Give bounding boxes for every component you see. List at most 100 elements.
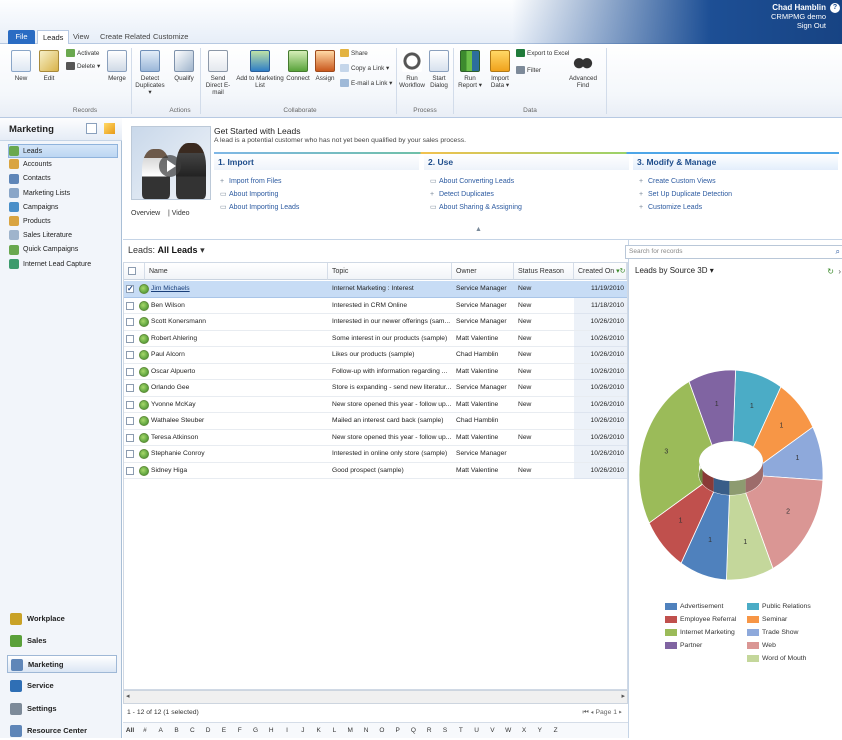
row-checkbox[interactable] [126,433,134,442]
sidebar-item-marketing-lists[interactable]: Marketing Lists [9,187,119,201]
row-checkbox[interactable] [126,334,134,343]
sidebar-item-leads[interactable]: Leads [8,144,118,158]
alpha-filter-y[interactable]: Y [532,723,548,738]
row-checkbox[interactable] [126,417,134,425]
table-row[interactable]: Oscar Alpuerto Follow-up with information… [124,363,627,380]
use-link[interactable]: + Detect Duplicates [424,188,629,201]
scroll-left-icon[interactable]: ◂ [126,692,130,700]
modify-link[interactable]: + Set Up Duplicate Detection [633,188,838,201]
row-checkbox[interactable] [126,466,134,475]
nav-area-resource-center[interactable]: Resource Center [7,722,117,740]
table-row[interactable]: Stephanie Conroy Interested in online onl… [124,446,627,463]
lead-name-link[interactable]: Paul Alcorn [151,347,327,363]
use-link[interactable]: ▭ About Converting Leads [424,175,629,188]
view-selector[interactable]: Leads: All Leads ▾ [128,245,205,256]
qualify-button[interactable]: Qualify [170,50,198,82]
alpha-filter-h[interactable]: H [263,723,279,738]
lead-name-link[interactable]: Teresa Atkinson [151,430,327,446]
tab-leads[interactable]: Leads [37,30,70,45]
alpha-filter-x[interactable]: X [516,723,532,738]
row-checkbox[interactable] [126,384,134,392]
sidebar-item-products[interactable]: Products [9,215,119,229]
alpha-filter-a[interactable]: A [153,723,169,738]
nav-area-workplace[interactable]: Workplace [7,610,117,628]
tab-create-related[interactable]: Create Related [95,30,155,44]
alpha-filter-all[interactable]: All [123,723,137,738]
refresh-icon[interactable]: ↻ [827,267,834,276]
alpha-filter-z[interactable]: Z [548,723,564,738]
alpha-filter-m[interactable]: M [342,723,358,738]
export-to-excel-button[interactable]: Export to Excel [516,49,569,59]
connect-button[interactable]: Connect [286,50,310,82]
pie-chart[interactable]: 1 1 1 2 1 1 1 3 1 [629,280,842,610]
tab-customize[interactable]: Customize [148,30,193,44]
tab-file[interactable]: File [8,30,35,44]
sort-refresh-icon[interactable]: ▾↻ [616,268,625,275]
assign-button[interactable]: Assign [313,50,337,82]
alpha-filter-e[interactable]: E [216,723,232,738]
lead-name-link[interactable]: Ben Wilson [151,298,327,314]
email-link-button[interactable]: E-mail a Link ▾ [340,79,392,89]
search-input[interactable]: Search for records [625,245,842,259]
table-row[interactable]: ✓ Jim Michaels Internet Marketing : Intere… [124,281,627,298]
legend-item[interactable]: Word of Mouth [747,654,806,663]
alpha-filter-i[interactable]: I [279,723,295,738]
alpha-filter-r[interactable]: R [421,723,437,738]
lead-name-link[interactable]: Sidney Higa [151,463,327,479]
row-checkbox[interactable] [126,301,134,310]
sign-out-link[interactable]: Sign Out [771,21,826,30]
legend-item[interactable]: Web [747,641,776,650]
alpha-filter-l[interactable]: L [327,723,343,738]
column-header-topic[interactable]: Topic [328,263,452,280]
legend-item[interactable]: Trade Show [747,628,798,637]
add-to-marketing-list-button[interactable]: Add to Marketing List [236,50,284,89]
column-header-status-reason[interactable]: Status Reason [514,263,574,280]
nav-area-settings[interactable]: Settings [7,700,117,718]
pager[interactable]: ⏮ ◂ Page 1 ▸ [583,704,623,722]
legend-item[interactable]: Employee Referral [665,615,736,624]
alpha-filter-w[interactable]: W [500,723,516,738]
video-thumbnail[interactable] [131,126,211,200]
import-link[interactable]: ▭ About Importing [214,188,419,201]
detect-duplicates-button[interactable]: Detect Duplicates ▾ [133,50,167,96]
row-checkbox[interactable] [126,351,134,359]
row-checkbox[interactable] [126,400,134,409]
column-header-name[interactable]: Name [145,263,328,280]
legend-item[interactable]: Internet Marketing [665,628,735,637]
table-row[interactable]: Ben Wilson Interested in CRM Online Servic… [124,297,627,314]
lead-name-link[interactable]: Orlando Gee [151,380,327,396]
alpha-filter-j[interactable]: J [295,723,311,738]
table-row[interactable]: Orlando Gee Store is expanding - send new… [124,380,627,397]
row-checkbox[interactable] [126,450,134,458]
legend-item[interactable]: Partner [665,641,702,650]
activate-button[interactable]: Activate [66,49,99,59]
import-link[interactable]: + Import from Files [214,175,419,188]
select-all-checkbox[interactable] [124,263,145,280]
table-row[interactable]: Wathalee Steuber Mailed an interest card … [124,413,627,430]
expand-pane-icon[interactable]: › [838,267,841,276]
lead-name-link[interactable]: Jim Michaels [151,281,327,297]
column-header-owner[interactable]: Owner [452,263,514,280]
row-checkbox[interactable] [126,367,134,376]
search-icon[interactable]: ⌕ [836,247,840,257]
lead-name-link[interactable]: Scott Konersmann [151,314,327,330]
row-checkbox[interactable]: ✓ [126,285,134,293]
import-link[interactable]: ▭ About Importing Leads [214,201,419,214]
video-overview-label[interactable]: Overview [131,210,160,217]
alpha-filter-g[interactable]: G [248,723,264,738]
lead-name-link[interactable]: Wathalee Steuber [151,413,327,429]
sidebar-item-contacts[interactable]: Contacts [9,172,119,186]
alpha-filter-c[interactable]: C [184,723,200,738]
alpha-filter-p[interactable]: P [390,723,406,738]
play-icon[interactable] [159,155,181,177]
table-row[interactable]: Yvonne McKay New store opened this year -… [124,396,627,413]
filter-button[interactable]: Filter [516,66,541,76]
send-direct-email-button[interactable]: Send Direct E-mail [202,50,234,96]
alpha-filter-o[interactable]: O [374,723,390,738]
horizontal-scrollbar[interactable]: ◂ ▸ [123,690,628,704]
table-row[interactable]: Sidney Higa Good prospect (sample) Matt Va… [124,462,627,479]
alpha-filter-t[interactable]: T [453,723,469,738]
legend-item[interactable]: Public Relations [747,602,811,611]
lead-name-link[interactable]: Yvonne McKay [151,397,327,413]
merge-button[interactable]: Merge [104,50,130,82]
